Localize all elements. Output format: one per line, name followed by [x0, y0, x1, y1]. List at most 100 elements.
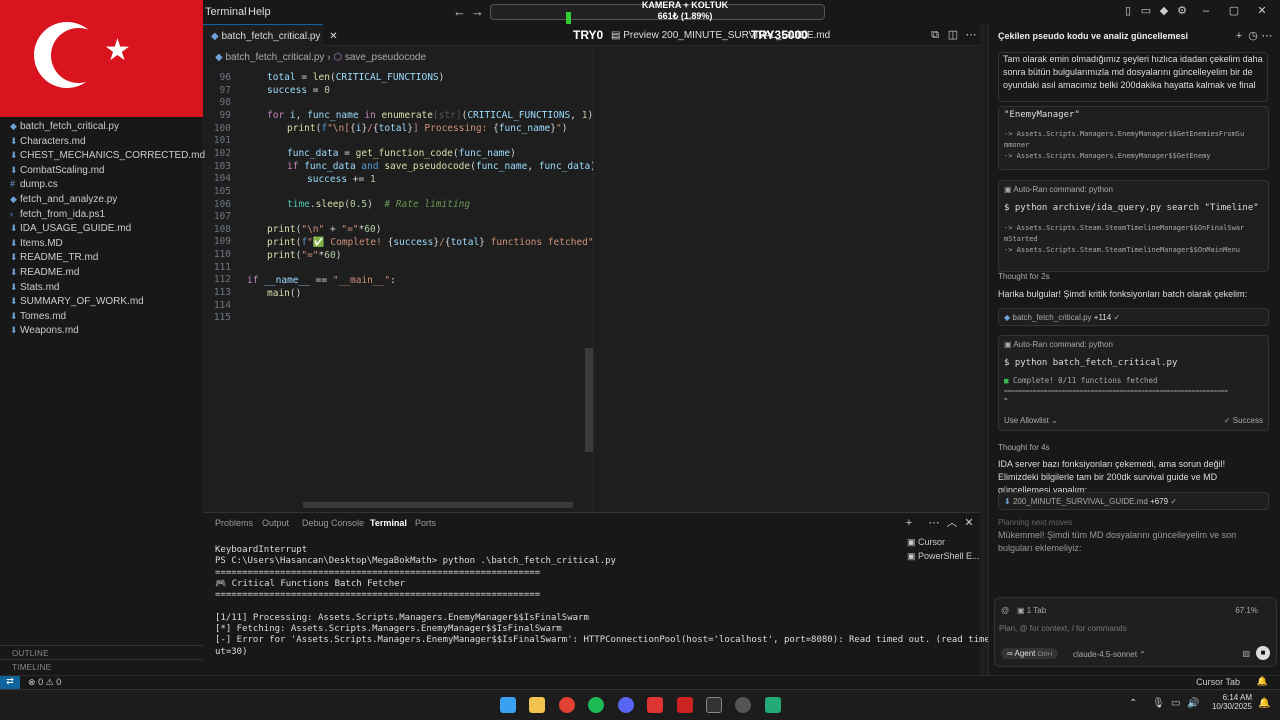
- chat-input-box[interactable]: @ ▣ 1 Tab 67.1% Plan, @ for context, / f…: [994, 597, 1277, 667]
- file-item[interactable]: ◆ batch_fetch_critical.py: [10, 121, 119, 132]
- file-item[interactable]: # dump.cs: [10, 179, 58, 190]
- tab-count[interactable]: ▣ 1 Tab: [1017, 606, 1046, 615]
- file-item[interactable]: ⬇ IDA_USAGE_GUIDE.md: [10, 223, 131, 234]
- tab-output[interactable]: Output: [262, 518, 289, 528]
- menu-help[interactable]: Help: [248, 6, 271, 18]
- toggle-panel-icon[interactable]: ▭: [1140, 5, 1152, 17]
- file-item[interactable]: ⬇ Stats.md: [10, 282, 59, 293]
- tab-ports[interactable]: Ports: [415, 518, 436, 528]
- more-actions-icon[interactable]: ⋯: [965, 29, 977, 41]
- app-icon[interactable]: [677, 697, 693, 713]
- problems-status[interactable]: ⊗ 0 ⚠ 0: [28, 677, 61, 688]
- file-item[interactable]: ⬇ README.md: [10, 267, 79, 278]
- tab-problems[interactable]: Problems: [215, 518, 253, 528]
- file-item[interactable]: ⬇ Characters.md: [10, 136, 86, 147]
- app-icon[interactable]: [735, 697, 751, 713]
- more-actions-icon[interactable]: ⋯: [928, 517, 940, 529]
- monitor-icon[interactable]: ▭: [1171, 698, 1180, 709]
- app-icon[interactable]: [765, 697, 781, 713]
- terminal-item-cursor[interactable]: ▣ Cursor: [907, 537, 945, 548]
- file-edit-card[interactable]: ⬇ 200_MINUTE_SURVIVAL_GUIDE.md +679 ✓: [998, 492, 1269, 510]
- image-icon[interactable]: ▨: [1242, 649, 1250, 658]
- new-terminal-icon[interactable]: +: [903, 517, 915, 529]
- close-icon[interactable]: ✕: [329, 31, 337, 42]
- close-panel-icon[interactable]: ✕: [963, 517, 975, 529]
- file-item[interactable]: ⬇ README_TR.md: [10, 252, 98, 263]
- outline-section[interactable]: OUTLINE: [0, 645, 203, 659]
- breadcrumb-symbol[interactable]: save_pseudocode: [345, 52, 426, 63]
- overlay-try35000: TRY35000: [751, 28, 808, 42]
- shield-icon[interactable]: ◆: [1158, 5, 1170, 17]
- menu-terminal[interactable]: Terminal: [205, 6, 247, 18]
- chat-input-placeholder[interactable]: Plan, @ for context, / for commands: [999, 624, 1127, 633]
- bell-icon[interactable]: 🔔: [1257, 676, 1268, 687]
- chrome-icon[interactable]: [559, 697, 575, 713]
- more-actions-icon[interactable]: ⋯: [1261, 30, 1273, 42]
- forward-arrow-icon[interactable]: →: [471, 4, 484, 19]
- maximize-panel-icon[interactable]: ︿: [946, 517, 958, 529]
- file-item[interactable]: ⬇ Items.MD: [10, 238, 63, 249]
- chevron-up-icon[interactable]: ⌃: [1129, 698, 1137, 709]
- markdown-preview: [593, 46, 980, 512]
- split-editor-icon[interactable]: ◫: [947, 29, 959, 41]
- terminal-item-powershell[interactable]: ▣ PowerShell E...: [907, 551, 980, 562]
- editor-scrollbar[interactable]: [585, 348, 593, 452]
- user-message[interactable]: Tam olarak emin olmadığımız şeyleri hızl…: [998, 52, 1268, 102]
- agent-mode-selector[interactable]: ∞ Agent Ctrl+I: [1001, 648, 1059, 659]
- file-item[interactable]: ◆ fetch_and_analyze.py: [10, 194, 117, 205]
- app-icon[interactable]: [647, 697, 663, 713]
- tab-label: batch_fetch_critical.py: [221, 31, 321, 42]
- toggle-sidebar-icon[interactable]: ▯: [1122, 5, 1134, 17]
- tab-batch-fetch-critical[interactable]: ◆ batch_fetch_critical.py ✕: [203, 24, 338, 46]
- tab-debug-console[interactable]: Debug Console: [302, 518, 364, 528]
- file-item[interactable]: ⬇ Weapons.md: [10, 325, 79, 336]
- cursor-tab-status[interactable]: Cursor Tab: [1196, 677, 1240, 687]
- timeline-section[interactable]: TIMELINE: [0, 659, 203, 673]
- maximize-icon[interactable]: ▢: [1228, 5, 1240, 17]
- spotify-icon[interactable]: [588, 697, 604, 713]
- close-icon[interactable]: ✕: [1256, 5, 1268, 17]
- model-selector[interactable]: claude-4.5-sonnet ⌃: [1073, 650, 1146, 659]
- line-number: 103: [213, 160, 231, 172]
- code-line: print(f"\n[{i}/{total}] Processing: {fun…: [287, 123, 568, 134]
- notification-icon[interactable]: 🔔: [1258, 698, 1270, 709]
- stop-icon[interactable]: ■: [1256, 646, 1270, 660]
- back-arrow-icon[interactable]: ←: [453, 4, 466, 19]
- check-icon: ✓: [1223, 416, 1231, 425]
- discord-icon[interactable]: [618, 697, 634, 713]
- tab-terminal[interactable]: Terminal: [370, 518, 407, 528]
- file-item[interactable]: ⬇ CombatScaling.md: [10, 165, 104, 176]
- file-label: batch_fetch_critical.py: [20, 121, 119, 132]
- gear-icon[interactable]: ⚙: [1176, 5, 1188, 17]
- thought-label[interactable]: Thought for 4s: [998, 441, 1268, 454]
- file-item[interactable]: ⬇ Tomes.md: [10, 311, 66, 322]
- code-editor[interactable]: 96 97 98 99 100 101 102 103 104 105 106 107 108 109 11…: [203, 68, 602, 512]
- clock[interactable]: 6:14 AM 10/30/2025: [1206, 693, 1252, 711]
- thought-label[interactable]: Thought for 2s: [998, 270, 1268, 283]
- file-edit-card[interactable]: ◆ batch_fetch_critical.py +114 ✓: [998, 308, 1269, 326]
- cursor-app-icon[interactable]: [706, 697, 722, 713]
- speaker-icon[interactable]: 🔊: [1187, 698, 1199, 709]
- allowlist-dropdown[interactable]: Use Allowlist ⌄: [1004, 416, 1058, 425]
- markdown-icon: ⬇: [10, 281, 18, 292]
- error-count: 0: [38, 677, 44, 687]
- editor-hscrollbar[interactable]: [303, 502, 573, 508]
- file-explorer-icon[interactable]: [529, 697, 545, 713]
- microphone-icon[interactable]: 🎙: [1152, 698, 1165, 709]
- file-item[interactable]: ⬇ CHEST_MECHANICS_CORRECTED.md: [10, 150, 205, 161]
- file-edit-label: ⬇ 200_MINUTE_SURVIVAL_GUIDE.md +679 ✓: [1004, 497, 1177, 506]
- at-icon[interactable]: @: [1001, 606, 1009, 615]
- file-item[interactable]: ⬇ SUMMARY_OF_WORK.md: [10, 296, 144, 307]
- windows-start-icon[interactable]: [500, 697, 516, 713]
- open-changes-icon[interactable]: ⧉: [929, 29, 941, 41]
- file-item[interactable]: › fetch_from_ida.ps1: [10, 209, 105, 220]
- output-line: -> Assets.Scripts.Managers.EnemyManager$…: [1004, 130, 1245, 138]
- history-icon[interactable]: ◷: [1247, 30, 1259, 42]
- remote-icon[interactable]: ⇄: [0, 676, 20, 689]
- terminal-line: KeyboardInterrupt: [215, 545, 308, 555]
- breadcrumb-file[interactable]: batch_fetch_critical.py: [225, 52, 324, 63]
- minimize-icon[interactable]: –: [1200, 5, 1212, 17]
- new-chat-icon[interactable]: +: [1233, 30, 1245, 42]
- error-icon: ⊗: [28, 677, 36, 687]
- tab-count-label: 1 Tab: [1026, 606, 1047, 615]
